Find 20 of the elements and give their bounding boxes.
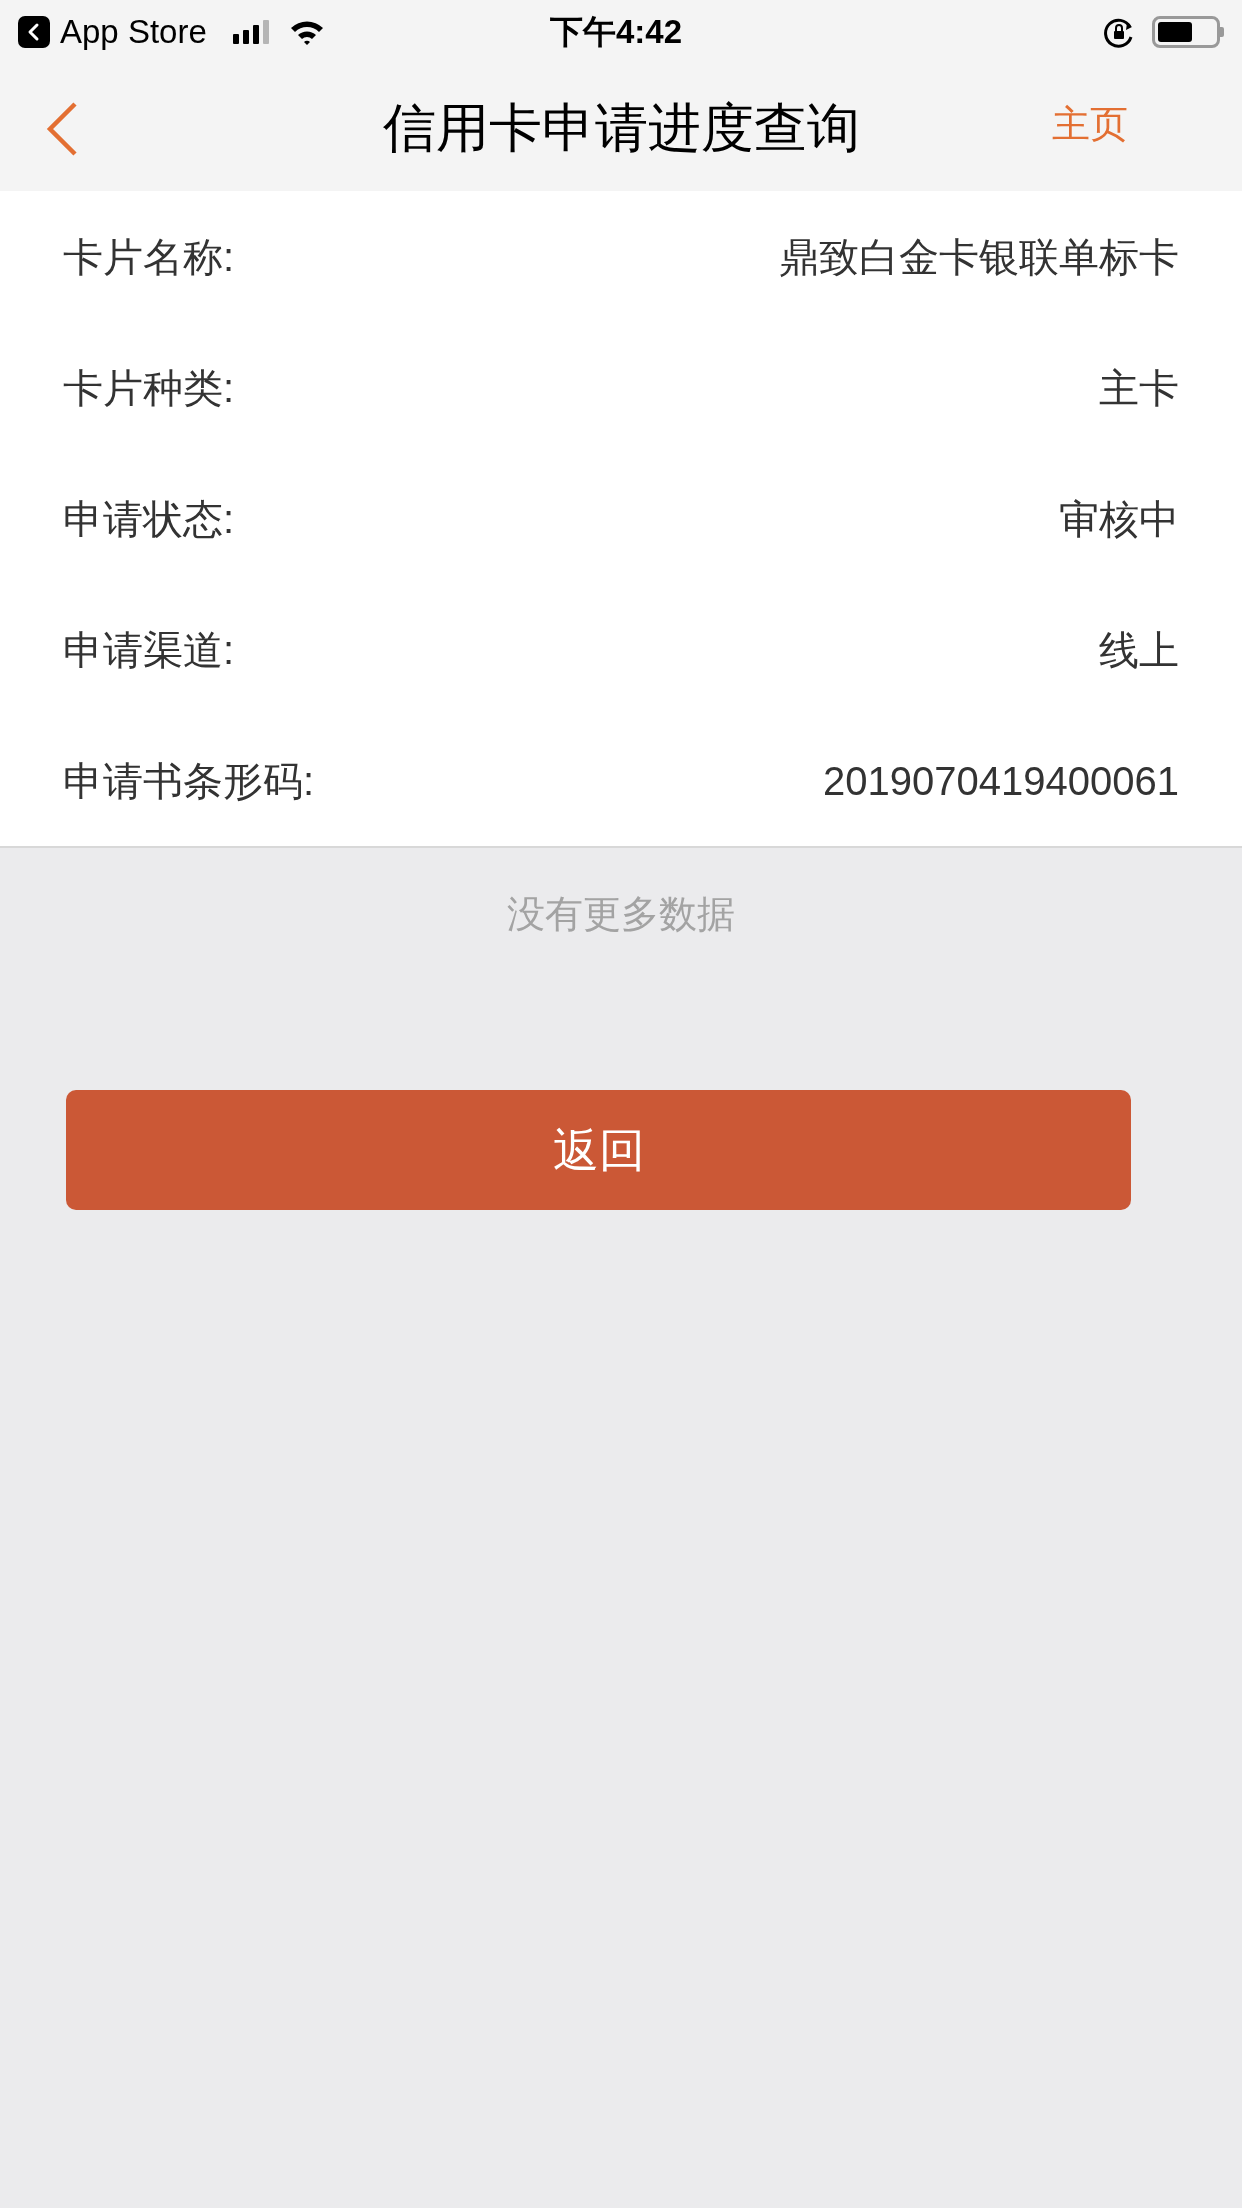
signal-icon (232, 19, 269, 44)
detail-value: 主卡 (1099, 364, 1179, 412)
battery-icon (1152, 15, 1224, 48)
detail-label: 卡片名称: (63, 233, 235, 281)
detail-value: 审核中 (1059, 495, 1179, 543)
detail-label: 申请渠道: (63, 626, 235, 674)
detail-label: 申请状态: (63, 495, 235, 543)
status-time: 下午4:42 (550, 11, 683, 52)
back-button[interactable] (44, 101, 80, 157)
home-link[interactable]: 主页 (1052, 105, 1128, 143)
detail-label: 申请书条形码: (63, 757, 315, 805)
detail-value: 线上 (1099, 626, 1179, 674)
detail-label: 卡片种类: (63, 364, 235, 412)
page-title: 信用卡申请进度查询 (382, 101, 860, 154)
back-app-label[interactable]: App Store (60, 6, 207, 57)
detail-value: 鼎致白金卡银联单标卡 (779, 233, 1179, 281)
detail-value: 2019070419400061 (823, 757, 1179, 805)
no-more-data-text: 没有更多数据 (507, 891, 735, 937)
return-button[interactable]: 返回 (66, 1090, 1131, 1210)
back-app-icon[interactable] (18, 15, 50, 48)
